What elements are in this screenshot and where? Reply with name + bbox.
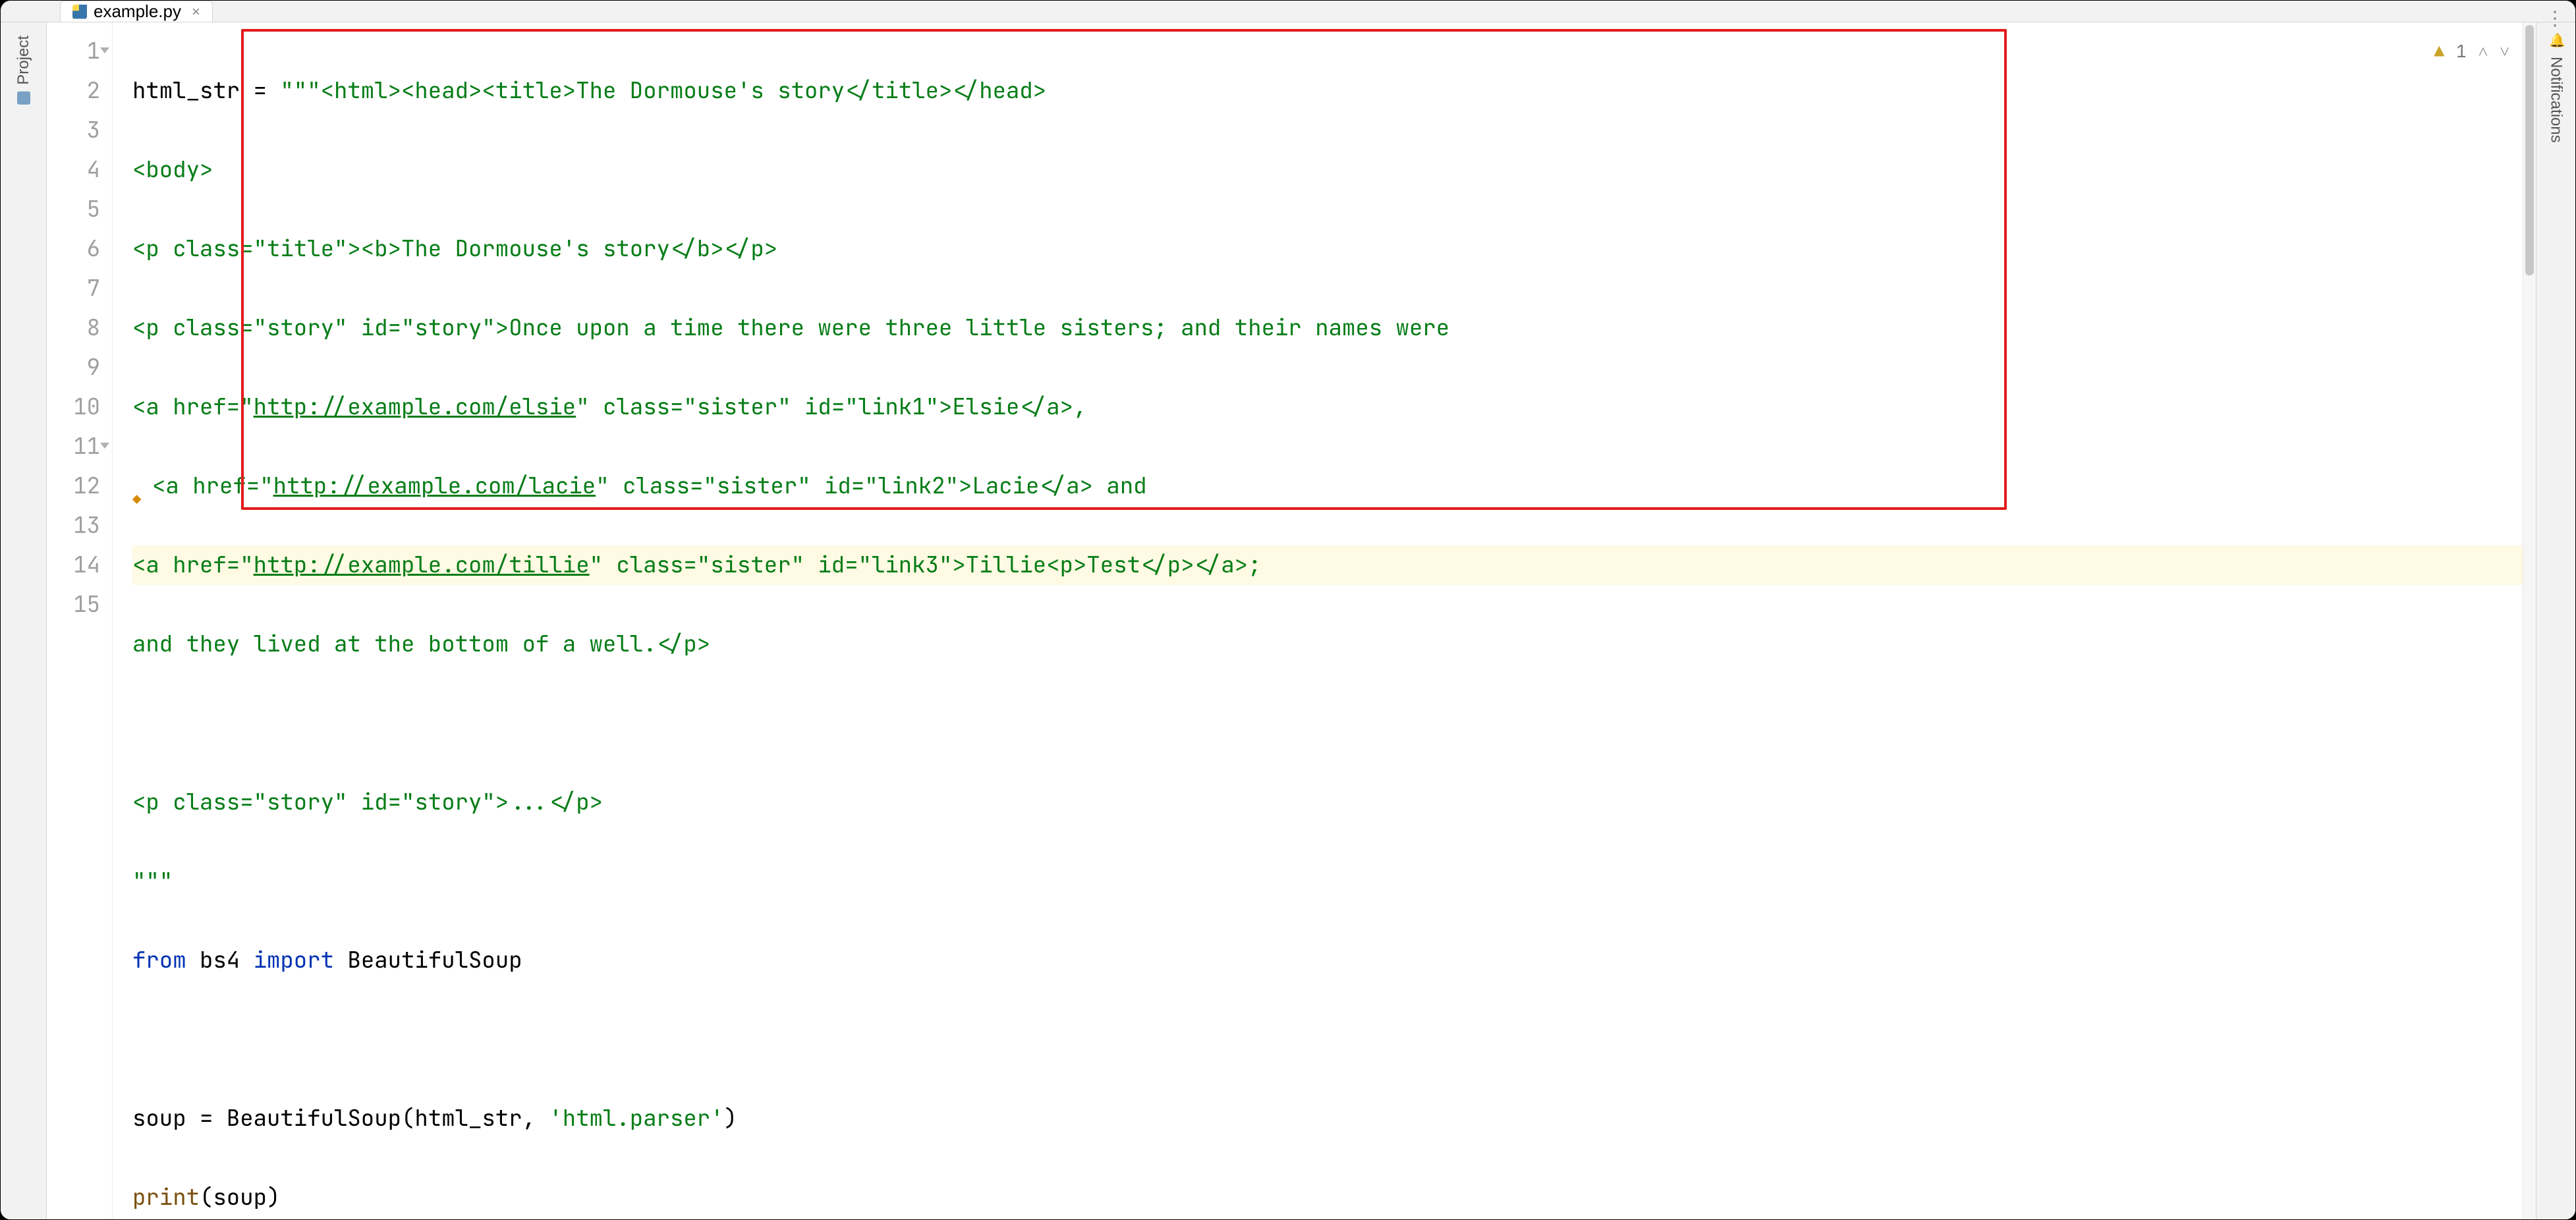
chevron-down-icon[interactable]: ˅: [2500, 32, 2509, 71]
warning-count: 1: [2456, 32, 2467, 71]
left-tool-strip: Project Bookmarks Structure: [1, 22, 47, 1220]
line-number-gutter: 1 2 3 4 5 6 7 8 9 10 11 12 13 14 15: [47, 22, 113, 1220]
project-tool-button[interactable]: Project: [14, 22, 33, 118]
editor-tab-example-py[interactable]: example.py ×: [60, 1, 213, 22]
python-file-icon: [72, 5, 87, 19]
warning-icon: ▲: [2434, 32, 2444, 71]
window-kebab-menu[interactable]: ⋮: [2545, 7, 2565, 30]
editor-scrollbar[interactable]: [2523, 22, 2536, 1220]
code-area[interactable]: html_str = """<html><head><title>The Dor…: [113, 22, 2536, 1220]
scrollbar-thumb[interactable]: [2525, 25, 2534, 275]
inspection-marker-icon[interactable]: [132, 478, 148, 493]
code-editor[interactable]: 1 2 3 4 5 6 7 8 9 10 11 12 13 14 15 html…: [47, 22, 2536, 1220]
editor-tab-bar: example.py ×: [1, 1, 2575, 22]
right-tool-strip: Notifications: [2536, 22, 2575, 1220]
chevron-up-icon[interactable]: ˄: [2478, 32, 2488, 71]
tab-label: example.py: [94, 1, 181, 22]
notifications-tool-button[interactable]: Notifications: [2547, 22, 2565, 156]
bell-icon: [2549, 36, 2563, 50]
close-tab-icon[interactable]: ×: [192, 3, 200, 20]
inspections-widget[interactable]: ▲ 1 ˄ ˅: [2434, 32, 2509, 71]
